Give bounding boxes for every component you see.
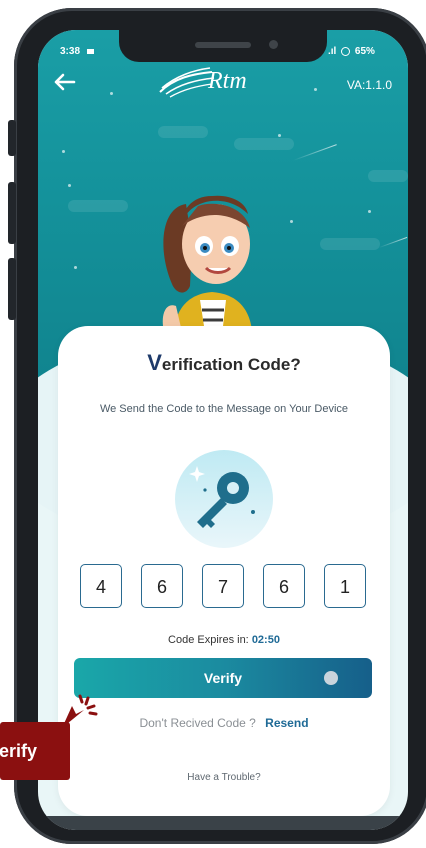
resend-row: Don't Recived Code ? Resend <box>58 716 390 730</box>
android-nav-bar <box>38 816 408 830</box>
click-cursor-icon <box>62 694 98 728</box>
shooting-star <box>378 236 408 249</box>
star <box>62 150 65 153</box>
status-right: .ıl 65% <box>328 46 375 57</box>
page-title: Verification Code? <box>58 350 390 376</box>
star <box>74 266 77 269</box>
resend-link[interactable]: Resend <box>265 716 308 730</box>
battery-percent: 65% <box>354 46 375 57</box>
shooting-star <box>293 144 337 161</box>
cloud <box>368 170 408 182</box>
key-icon <box>189 466 255 528</box>
logo-text: Rtm <box>208 68 247 94</box>
signal-icon: .ıl <box>328 46 337 57</box>
app-logo: Rtm <box>156 66 274 100</box>
cloud <box>320 238 380 250</box>
cloud <box>68 200 128 212</box>
app-version: VA:1.1.0 <box>346 78 392 92</box>
otp-digit-5[interactable]: 1 <box>324 564 366 608</box>
verify-button[interactable]: Verify <box>74 658 372 698</box>
wing-logo-icon <box>159 67 215 98</box>
otp-digit-2[interactable]: 6 <box>141 564 183 608</box>
expires-label: Code Expires in: <box>168 634 249 646</box>
title-first-letter: V <box>147 350 162 375</box>
phone-side-button <box>8 120 16 156</box>
back-button[interactable] <box>52 70 76 96</box>
expires-timer: 02:50 <box>251 634 280 646</box>
code-expiry: Code Expires in: 02:50 <box>58 634 390 646</box>
arrow-left-icon <box>54 73 76 91</box>
phone-side-button <box>8 258 16 320</box>
star <box>368 210 371 213</box>
callout-text: Verify <box>0 741 38 761</box>
trouble-link[interactable]: Have a Trouble? <box>58 772 390 783</box>
otp-digit-3[interactable]: 7 <box>202 564 244 608</box>
otp-digit-1[interactable]: 4 <box>80 564 122 608</box>
star <box>278 134 281 137</box>
cloud <box>158 126 208 138</box>
front-camera <box>269 40 278 49</box>
battery-saver-icon <box>86 48 94 54</box>
star <box>68 184 71 187</box>
subtitle-text: We Send the Code to the Message on Your … <box>99 403 349 415</box>
star <box>290 220 293 223</box>
star <box>314 88 317 91</box>
star <box>110 92 113 95</box>
phone-side-button <box>8 182 16 244</box>
not-received-text: Don't Recived Code ? <box>139 716 256 730</box>
cloud <box>234 138 294 150</box>
verification-card: Verification Code? We Send the Code to t… <box>58 326 390 816</box>
touch-indicator-dot <box>324 671 338 685</box>
status-time: 3:38 <box>60 46 94 57</box>
phone-notch <box>119 30 327 62</box>
speaker-grille <box>195 42 251 48</box>
otp-digit-4[interactable]: 6 <box>263 564 305 608</box>
title-text: erification Code? <box>161 355 301 374</box>
battery-icon <box>341 46 351 56</box>
key-illustration <box>175 450 273 548</box>
verify-button-label: Verify <box>203 670 243 686</box>
status-time-text: 3:38 <box>60 46 81 57</box>
